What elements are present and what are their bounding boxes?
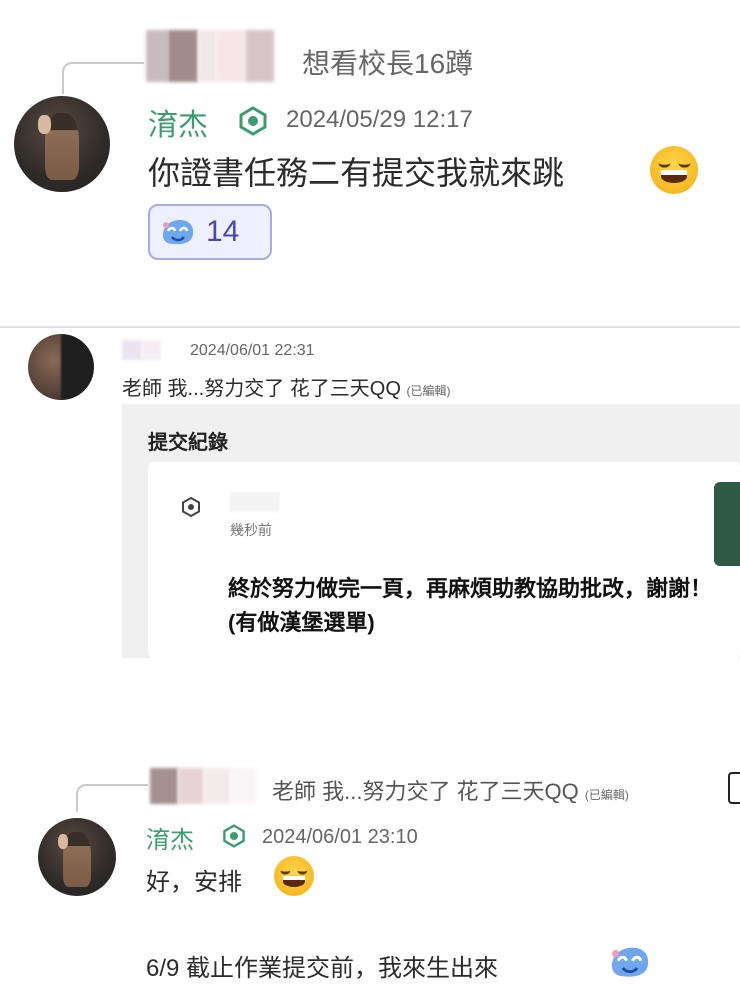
- quoted-user-name-blurred: [150, 768, 270, 804]
- quoted-message-preview[interactable]: 老師 我...努力交了 花了三天QQ (已編輯): [272, 774, 629, 806]
- user-badge-icon: [182, 496, 200, 518]
- reaction-icon: [612, 947, 649, 977]
- comment-text: 你證書任務二有提交我就來跳: [148, 155, 565, 191]
- submission-action-button[interactable]: [714, 482, 740, 566]
- verified-badge-icon: [239, 106, 267, 136]
- section-divider: [0, 326, 740, 328]
- reply-connector: [62, 62, 144, 94]
- submission-time: 幾秒前: [230, 522, 272, 538]
- reaction-icon: [163, 220, 194, 245]
- quoted-user-name-blurred: [146, 30, 296, 82]
- reaction-count: 14: [206, 215, 240, 248]
- expand-icon[interactable]: [728, 772, 740, 804]
- submitter-name-blurred: [230, 492, 280, 512]
- verified-badge-icon: [223, 824, 245, 848]
- timestamp: 2024/06/01 22:31: [190, 342, 315, 359]
- timestamp: 2024/05/29 12:17: [286, 106, 473, 133]
- submission-panel-title: 提交紀錄: [148, 432, 228, 454]
- quoted-message-preview[interactable]: 想看校長16蹲: [302, 42, 473, 82]
- comment-text-line-1: 好，安排: [146, 869, 242, 896]
- avatar[interactable]: [28, 334, 94, 400]
- submission-content: 終於努力做完一頁，再麻煩助教協助批改，謝謝！ (有做漢堡選單): [228, 576, 713, 635]
- reply-connector: [76, 784, 148, 812]
- comment-text: 老師 我...努力交了 花了三天QQ (已編輯): [122, 372, 450, 401]
- quoted-edited-tag: (已編輯): [584, 788, 629, 802]
- user-name-blurred: [122, 340, 182, 360]
- avatar[interactable]: [38, 818, 116, 896]
- laugh-emoji-icon: [274, 856, 314, 896]
- avatar[interactable]: [14, 96, 110, 192]
- laugh-emoji-icon: [650, 146, 698, 194]
- comment-text-body: 老師 我...努力交了 花了三天QQ: [122, 378, 401, 400]
- author-name[interactable]: 淯杰: [148, 100, 208, 144]
- edited-tag: (已編輯): [406, 384, 451, 398]
- submission-card: 幾秒前 終於努力做完一頁，再麻煩助教協助批改，謝謝！ (有做漢堡選單): [148, 462, 740, 658]
- submission-panel: 提交紀錄 幾秒前 終於努力做完一頁，再麻煩助教協助批改，謝謝！ (有做漢堡選單): [122, 404, 740, 658]
- comment-text-line-2: 6/9 截止作業提交前，我來生出來: [146, 955, 499, 982]
- quoted-message-text: 老師 我...努力交了 花了三天QQ: [272, 779, 579, 804]
- author-name[interactable]: 淯杰: [146, 820, 194, 855]
- reaction-button[interactable]: 14: [148, 204, 272, 260]
- timestamp: 2024/06/01 23:10: [262, 826, 418, 848]
